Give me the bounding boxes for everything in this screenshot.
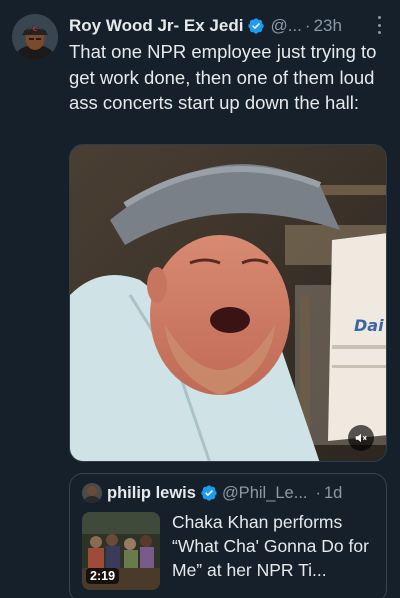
author-handle[interactable]: @... bbox=[270, 16, 301, 36]
quoted-tweet-header: philip lewis @Phil_Le... · 1d bbox=[82, 482, 376, 504]
quoted-author-avatar bbox=[82, 483, 102, 503]
bag-label: Dai bbox=[354, 316, 384, 335]
quoted-verified-badge-icon bbox=[201, 485, 217, 501]
video-duration: 2:19 bbox=[86, 568, 120, 584]
tweet-text: That one NPR employee just trying to get… bbox=[69, 41, 377, 113]
author-display-name[interactable]: Roy Wood Jr- Ex Jedi bbox=[69, 16, 243, 36]
author-avatar[interactable]: C bbox=[12, 14, 58, 60]
quoted-timestamp: 1d bbox=[323, 483, 343, 502]
tweet-video[interactable]: Dai bbox=[69, 144, 387, 462]
quoted-author-handle: @Phil_Le... bbox=[221, 483, 308, 502]
quoted-separator-dot: · bbox=[315, 483, 321, 502]
tweet[interactable]: C Roy Wood Jr- Ex Jedi @... · 23h That o… bbox=[0, 0, 400, 598]
tweet-timestamp[interactable]: 23h bbox=[314, 16, 342, 36]
verified-badge-icon bbox=[248, 18, 265, 34]
quoted-tweet-text: Chaka Khan performs “What Cha' Gonna Do … bbox=[172, 512, 369, 580]
tweet-header: Roy Wood Jr- Ex Jedi @... · 23h bbox=[69, 14, 390, 38]
quoted-author-display-name: philip lewis bbox=[107, 483, 196, 502]
quoted-tweet[interactable]: philip lewis @Phil_Le... · 1d 2:19 Chaka… bbox=[69, 473, 387, 598]
quoted-video-thumbnail[interactable]: 2:19 bbox=[82, 512, 160, 590]
separator-dot: · bbox=[304, 16, 311, 35]
more-vertical-icon[interactable] bbox=[376, 16, 382, 34]
speaker-muted-icon[interactable] bbox=[348, 425, 374, 451]
svg-text:C: C bbox=[33, 26, 38, 33]
